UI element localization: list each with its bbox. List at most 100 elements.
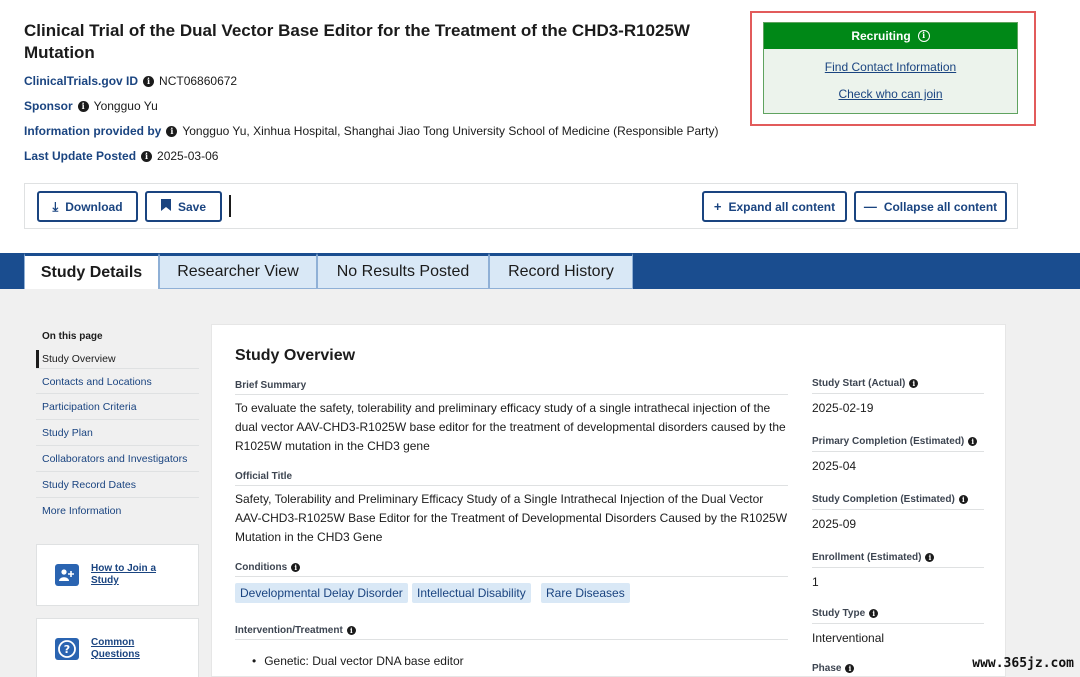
conditions-label: Conditions i	[235, 562, 301, 573]
status-label: Recruiting	[851, 29, 911, 43]
conditions-label-text: Conditions	[235, 562, 288, 573]
info-icon[interactable]: i	[346, 626, 356, 635]
download-label: Download	[65, 199, 123, 214]
divider	[812, 509, 984, 510]
divider	[235, 639, 788, 640]
nav-item-collaborators[interactable]: Collaborators and Investigators	[36, 446, 199, 472]
common-questions-line-2: Questions	[91, 649, 140, 660]
fact-primary-completion: Primary Completion (Estimated) i 2025-04	[812, 434, 984, 473]
fact-label: Study Completion (Estimated)	[812, 493, 955, 505]
download-button[interactable]: ⤓ Download	[37, 191, 138, 222]
svg-text:?: ?	[64, 643, 70, 656]
meta-provided-by: Information provided by i Yongguo Yu, Xi…	[24, 123, 744, 139]
condition-chip[interactable]: Rare Diseases	[541, 583, 630, 603]
info-icon[interactable]: i	[909, 378, 919, 388]
intervention-label-text: Intervention/Treatment	[235, 625, 343, 636]
find-contact-link[interactable]: Find Contact Information	[764, 59, 1017, 75]
common-questions-line-1: Common	[91, 637, 135, 648]
meta-label[interactable]: Information provided by	[24, 123, 161, 139]
info-icon[interactable]: i	[77, 100, 89, 112]
info-icon[interactable]: i	[968, 436, 978, 446]
how-to-join-card[interactable]: How to Join a Study	[36, 544, 199, 606]
common-questions-link[interactable]: Common Questions	[91, 637, 140, 661]
condition-chip[interactable]: Intellectual Disability	[412, 583, 531, 603]
question-icon: ?	[55, 638, 79, 660]
action-toolbar: ⤓ Download Save + Expand all content — C…	[24, 183, 1018, 229]
tab-no-results-posted[interactable]: No Results Posted	[317, 253, 489, 289]
info-icon[interactable]: i	[166, 125, 178, 137]
meta-last-update: Last Update Posted i 2025-03-06	[24, 148, 744, 164]
official-title-label: Official Title	[235, 471, 293, 482]
meta-nct-id: ClinicalTrials.gov ID i NCT06860672	[24, 73, 744, 89]
info-icon[interactable]: i	[291, 563, 301, 572]
expand-all-button[interactable]: + Expand all content	[702, 191, 847, 222]
info-icon[interactable]: i	[869, 608, 879, 618]
brief-summary-label: Brief Summary	[235, 380, 307, 391]
official-title-text: Safety, Tolerability and Preliminary Eff…	[235, 492, 788, 544]
how-to-join-link[interactable]: How to Join a Study	[91, 563, 156, 587]
fact-value: 2025-02-19	[812, 401, 874, 415]
watermark: www.365jz.com	[972, 656, 1074, 671]
nav-heading: On this page	[42, 331, 103, 342]
condition-chip[interactable]: Developmental Delay Disorder	[235, 583, 408, 603]
fact-label: Phase	[812, 662, 842, 674]
add-person-icon	[55, 564, 79, 586]
fact-label: Study Type	[812, 607, 866, 619]
nav-item-more-information[interactable]: More Information	[36, 498, 199, 524]
nav-item-study-plan[interactable]: Study Plan	[36, 420, 199, 446]
meta-sponsor: Sponsor i Yongguo Yu	[24, 98, 744, 114]
meta-label[interactable]: Sponsor	[24, 98, 73, 114]
fact-phase: Phase i	[812, 661, 984, 675]
fact-study-start: Study Start (Actual) i 2025-02-19	[812, 376, 984, 415]
meta-value: 2025-03-06	[157, 149, 219, 163]
divider	[812, 393, 984, 394]
fact-value: 1	[812, 575, 819, 589]
tab-study-details[interactable]: Study Details	[24, 253, 159, 290]
collapse-label: Collapse all content	[883, 199, 998, 214]
fact-value: 2025-09	[812, 517, 857, 531]
meta-value: NCT06860672	[159, 74, 238, 88]
fact-study-completion: Study Completion (Estimated) i 2025-09	[812, 492, 984, 531]
meta-value: Yongguo Yu, Xinhua Hospital, Shanghai Ji…	[182, 124, 719, 138]
tab-researcher-view[interactable]: Researcher View	[159, 253, 317, 289]
divider	[235, 485, 788, 486]
meta-label[interactable]: Last Update Posted	[24, 148, 136, 164]
info-icon[interactable]: i	[141, 150, 153, 162]
info-circle-icon[interactable]: i	[917, 30, 930, 42]
check-eligibility-link[interactable]: Check who can join	[764, 86, 1017, 102]
divider	[235, 394, 788, 395]
common-questions-card[interactable]: ? Common Questions	[36, 618, 199, 677]
tab-record-history[interactable]: Record History	[489, 253, 633, 289]
recruitment-status: Recruiting i	[764, 23, 1017, 49]
info-icon[interactable]: i	[143, 75, 155, 87]
page-title: Clinical Trial of the Dual Vector Base E…	[24, 21, 690, 62]
brief-summary-text: To evaluate the safety, tolerability and…	[235, 401, 786, 453]
expand-label: Expand all content	[728, 199, 836, 214]
save-label: Save	[177, 199, 207, 214]
nav-item-record-dates[interactable]: Study Record Dates	[36, 472, 199, 498]
divider	[812, 451, 984, 452]
on-this-page-nav: On this page Study Overview Contacts and…	[36, 330, 199, 524]
info-icon[interactable]: i	[958, 494, 968, 504]
fact-label: Enrollment (Estimated)	[812, 551, 922, 563]
collapse-all-button[interactable]: — Collapse all content	[854, 191, 1007, 222]
study-header: Clinical Trial of the Dual Vector Base E…	[24, 20, 744, 164]
bookmark-icon	[160, 199, 171, 214]
nav-item-contacts-locations[interactable]: Contacts and Locations	[36, 368, 199, 394]
study-overview-section: Study Overview Brief Summary To evaluate…	[211, 324, 1006, 677]
how-to-join-line-1: How to Join a	[91, 563, 156, 574]
meta-value: Yongguo Yu	[93, 99, 158, 113]
save-button[interactable]: Save	[145, 191, 222, 222]
info-icon[interactable]: i	[925, 552, 935, 562]
recruitment-panel: Recruiting i Find Contact Information Ch…	[763, 22, 1018, 114]
divider	[812, 567, 984, 568]
section-title: Study Overview	[235, 347, 356, 364]
fact-label: Primary Completion (Estimated)	[812, 435, 965, 447]
meta-label[interactable]: ClinicalTrials.gov ID	[24, 73, 138, 89]
nav-item-study-overview[interactable]: Study Overview	[36, 350, 199, 368]
divider	[812, 623, 984, 624]
nav-item-participation-criteria[interactable]: Participation Criteria	[36, 394, 199, 420]
divider	[235, 576, 788, 577]
info-icon[interactable]: i	[845, 663, 855, 673]
fact-label: Study Start (Actual)	[812, 377, 906, 389]
